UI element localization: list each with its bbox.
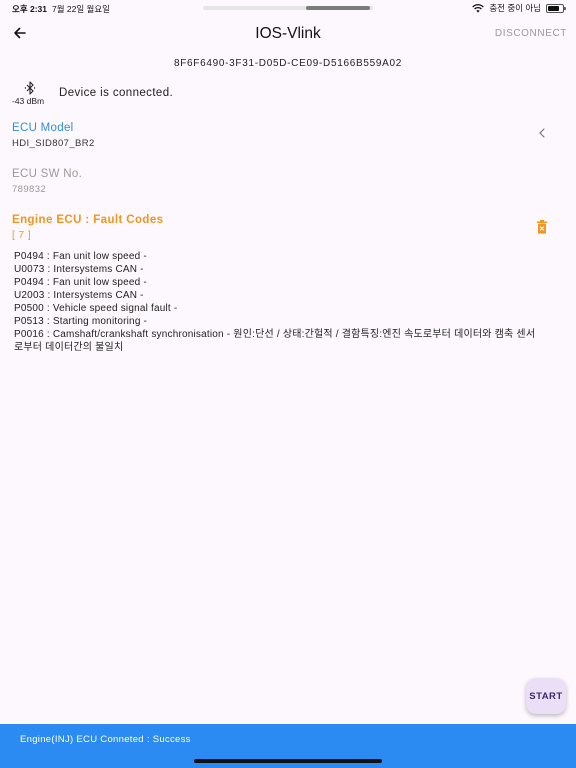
fault-codes-header: Engine ECU : Fault Codes [ 7 ] <box>0 212 576 244</box>
ecu-model-row[interactable]: ECU Model HDI_SID807_BR2 <box>0 120 576 154</box>
ecu-sw-row: ECU SW No. 789832 <box>0 166 576 198</box>
wifi-icon <box>472 3 485 13</box>
app-bar: IOS-Vlink DISCONNECT <box>0 16 576 52</box>
fault-code-item: P0016 : Camshaft/crankshaft synchronisat… <box>14 329 536 353</box>
connection-status-text: Device is connected. <box>59 87 174 99</box>
device-id: 8F6F6490-3F31-D05D-CE09-D5166B559A02 <box>173 58 403 69</box>
status-bar: 오후 2:31 7월 22일 월요일 충전 중이 아님 <box>0 0 576 16</box>
fault-code-list: P0494 : Fan unit low speed - U0073 : Int… <box>14 250 544 354</box>
fault-code-item: P0494 : Fan unit low speed - <box>14 277 147 288</box>
ecu-model-label: ECU Model <box>12 122 74 134</box>
start-button[interactable]: START <box>526 678 566 714</box>
fault-codes-title: Engine ECU : Fault Codes <box>12 214 164 226</box>
fault-codes-count: [ 7 ] <box>12 230 32 241</box>
chevron-left-icon[interactable] <box>538 128 546 138</box>
page-title: IOS-Vlink <box>255 25 321 42</box>
home-indicator[interactable] <box>194 759 382 763</box>
snackbar-message: Engine(INJ) ECU Conneted : Success <box>20 734 191 745</box>
disconnect-button[interactable]: DISCONNECT <box>495 28 567 39</box>
ecu-sw-label: ECU SW No. <box>12 168 83 180</box>
fault-code-item: P0494 : Fan unit low speed - <box>14 251 147 262</box>
rssi-value: -43 dBm <box>12 96 45 106</box>
clear-codes-trash-icon[interactable] <box>536 220 548 234</box>
battery-icon <box>546 3 566 13</box>
status-date: 7월 22일 월요일 <box>52 4 111 14</box>
bluetooth-icon <box>24 81 36 95</box>
snackbar: Engine(INJ) ECU Conneted : Success <box>0 724 576 768</box>
ecu-model-value: HDI_SID807_BR2 <box>12 138 95 149</box>
fault-code-item: P0513 : Starting monitoring - <box>14 316 148 327</box>
multitasking-indicator <box>203 6 373 10</box>
status-time: 오후 2:31 <box>12 4 48 14</box>
fault-code-item: U2003 : Intersystems CAN - <box>14 290 144 301</box>
ecu-sw-value: 789832 <box>12 184 47 195</box>
connection-status-row: -43 dBm Device is connected. <box>0 80 576 108</box>
fault-code-item: P0500 : Vehicle speed signal fault - <box>14 303 178 314</box>
charging-status-text: 충전 중이 아님 <box>489 3 541 13</box>
status-right: 충전 중이 아님 <box>472 2 566 14</box>
fault-code-item: U0073 : Intersystems CAN - <box>14 264 144 275</box>
